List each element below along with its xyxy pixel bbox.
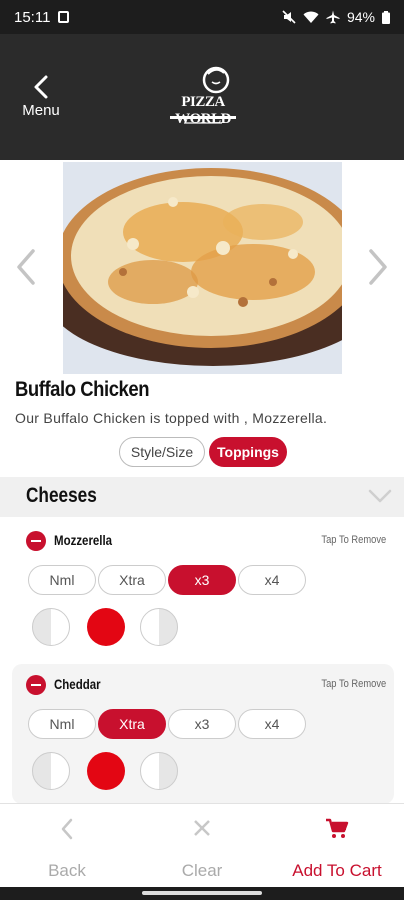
- amount-option[interactable]: x4: [238, 565, 306, 595]
- product-description: Our Buffalo Chicken is topped with , Moz…: [15, 410, 328, 426]
- home-gesture-handle[interactable]: [142, 891, 262, 895]
- battery-percent: 94%: [346, 9, 375, 25]
- logo-text: PIZZA WORLD: [175, 94, 231, 127]
- topping-name: Mozzerella: [54, 532, 113, 548]
- left-half-option[interactable]: [32, 752, 70, 790]
- wifi-icon: [303, 11, 319, 23]
- cart-icon: [326, 818, 349, 838]
- carousel-next-icon[interactable]: [366, 248, 390, 286]
- mute-icon: [282, 10, 296, 24]
- right-half-option[interactable]: [140, 608, 178, 646]
- notification-icon: [58, 11, 70, 23]
- amount-option[interactable]: Nml: [28, 565, 96, 595]
- amount-option[interactable]: x3: [168, 709, 236, 739]
- remove-topping-button[interactable]: [26, 531, 46, 551]
- back-label: Back: [48, 861, 86, 880]
- back-button[interactable]: Back: [0, 804, 134, 888]
- chevron-down-icon: [368, 489, 392, 503]
- close-icon: [194, 820, 210, 836]
- status-bar: 15:11 94%: [0, 0, 404, 34]
- section-title: Cheeses: [26, 484, 97, 507]
- whole-pizza-option-selected[interactable]: [87, 752, 125, 790]
- gesture-navigation-bar: [0, 887, 404, 900]
- back-to-menu-button[interactable]: Menu: [18, 74, 64, 124]
- product-title: Buffalo Chicken: [15, 378, 150, 401]
- tab-toppings[interactable]: Toppings: [209, 437, 287, 467]
- section-header-cheeses[interactable]: Cheeses: [0, 477, 404, 517]
- amount-option-selected[interactable]: Xtra: [98, 709, 166, 739]
- product-image-carousel[interactable]: [0, 160, 404, 374]
- left-half-option[interactable]: [32, 608, 70, 646]
- amount-option[interactable]: x4: [238, 709, 306, 739]
- amount-option-selected[interactable]: x3: [168, 565, 236, 595]
- chevron-left-icon: [61, 818, 73, 840]
- status-time: 15:11: [14, 8, 51, 26]
- right-half-option[interactable]: [140, 752, 178, 790]
- bottom-action-bar: Back Clear Add To Cart: [0, 803, 404, 887]
- app-header: Menu PIZZA WORLD: [0, 34, 404, 160]
- battery-icon: [382, 10, 390, 24]
- chevron-left-icon: [34, 75, 48, 99]
- tap-to-remove-label[interactable]: Tap To Remove: [321, 678, 386, 690]
- tab-style-size[interactable]: Style/Size: [119, 437, 205, 467]
- status-icons: 94%: [282, 9, 390, 25]
- airplane-icon: [326, 10, 340, 24]
- tap-to-remove-label[interactable]: Tap To Remove: [321, 534, 386, 546]
- pizza-world-logo: PIZZA WORLD: [162, 64, 244, 132]
- add-to-cart-label: Add To Cart: [292, 861, 382, 880]
- remove-topping-button[interactable]: [26, 675, 46, 695]
- topping-card: Cheddar Tap To Remove Nml Xtra x3 x4: [12, 664, 394, 804]
- product-image: [63, 162, 342, 374]
- carousel-prev-icon[interactable]: [14, 248, 38, 286]
- clear-button[interactable]: Clear: [135, 804, 269, 888]
- back-menu-label: Menu: [22, 102, 60, 119]
- amount-option[interactable]: Xtra: [98, 565, 166, 595]
- topping-card: Mozzerella Tap To Remove Nml Xtra x3 x4: [12, 520, 394, 660]
- whole-pizza-option-selected[interactable]: [87, 608, 125, 646]
- amount-option[interactable]: Nml: [28, 709, 96, 739]
- clear-label: Clear: [181, 861, 223, 880]
- topping-name: Cheddar: [54, 676, 101, 692]
- add-to-cart-button[interactable]: Add To Cart: [270, 804, 404, 888]
